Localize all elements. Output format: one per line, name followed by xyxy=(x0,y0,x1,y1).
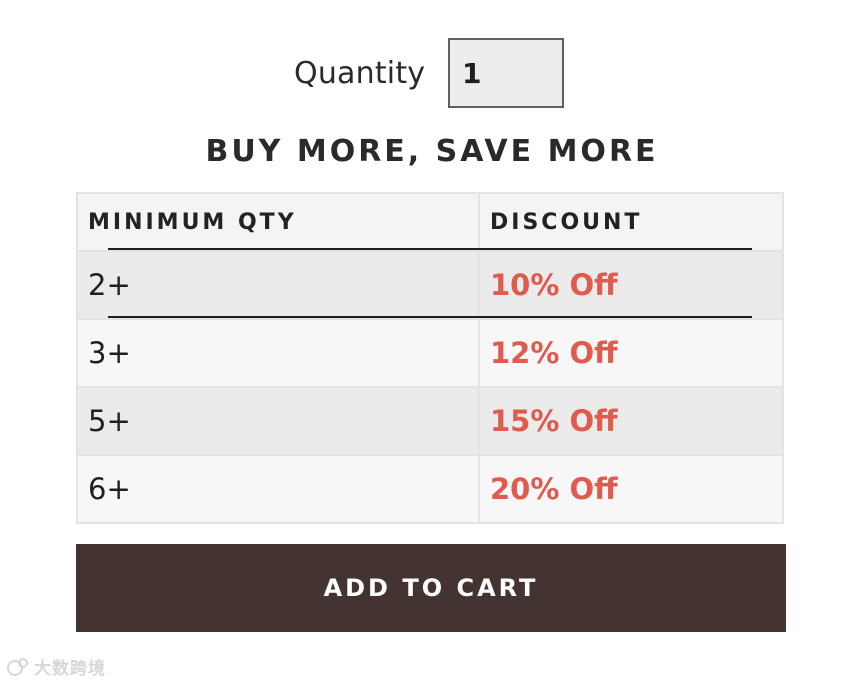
min-qty-value: 6+ xyxy=(88,472,131,506)
table-row: 3+ 12% Off xyxy=(78,318,782,386)
discount-tiers-table: MINIMUM QTY DISCOUNT 2+ 10% Off 3+ 12% O… xyxy=(76,192,784,524)
table-row: 5+ 15% Off xyxy=(78,386,782,454)
min-qty-cell: 5+ xyxy=(78,388,480,454)
row-highlight-rule-top xyxy=(108,248,752,250)
discount-value: 20% Off xyxy=(490,472,618,506)
add-to-cart-button[interactable]: ADD TO CART xyxy=(76,544,786,632)
min-qty-value: 5+ xyxy=(88,404,131,438)
discount-value: 10% Off xyxy=(490,268,618,302)
header-min-qty-cell: MINIMUM QTY xyxy=(78,194,480,250)
discount-value: 12% Off xyxy=(490,336,618,370)
discount-cell: 15% Off xyxy=(480,388,782,454)
discount-value: 15% Off xyxy=(490,404,618,438)
header-discount: DISCOUNT xyxy=(490,209,643,235)
header-min-qty: MINIMUM QTY xyxy=(88,209,297,235)
min-qty-value: 3+ xyxy=(88,336,131,370)
min-qty-cell: 2+ xyxy=(78,252,480,318)
min-qty-cell: 6+ xyxy=(78,456,480,522)
brand-logo-icon xyxy=(7,657,28,676)
watermark: 大数跨境 xyxy=(6,654,106,679)
discount-cell: 10% Off xyxy=(480,252,782,318)
min-qty-value: 2+ xyxy=(88,268,131,302)
row-highlight-rule-bottom xyxy=(108,316,752,318)
promo-title: BUY MORE, SAVE MORE xyxy=(205,134,659,169)
min-qty-cell: 3+ xyxy=(78,320,480,386)
watermark-text: 大数跨境 xyxy=(34,659,106,679)
header-discount-cell: DISCOUNT xyxy=(480,194,782,250)
discount-cell: 20% Off xyxy=(480,456,782,522)
quantity-row: Quantity xyxy=(0,38,864,112)
quantity-label: Quantity xyxy=(294,56,426,91)
table-header-row: MINIMUM QTY DISCOUNT xyxy=(78,194,782,250)
table-row: 6+ 20% Off xyxy=(78,454,782,522)
discount-cell: 12% Off xyxy=(480,320,782,386)
table-row: 2+ 10% Off xyxy=(78,250,782,318)
quantity-input[interactable] xyxy=(448,38,564,108)
